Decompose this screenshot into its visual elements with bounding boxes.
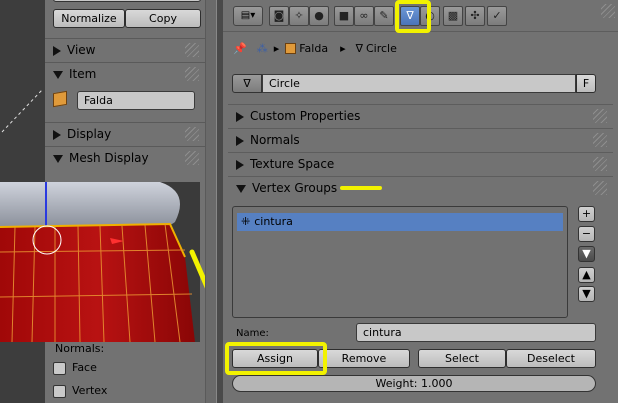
weight-slider[interactable]: Weight: 1.000: [232, 375, 596, 392]
texture-icon[interactable]: ▩: [443, 6, 463, 26]
remove-vertex-group-button[interactable]: −: [578, 226, 595, 242]
add-vertex-group-button[interactable]: +: [578, 206, 595, 222]
world-icon[interactable]: ●: [309, 6, 329, 26]
vertex-groups-panel-header[interactable]: Vertex Groups: [228, 176, 613, 199]
normals-panel-header[interactable]: Normals: [228, 128, 613, 151]
viewport-dashed-line: [1, 89, 43, 133]
object-icon: [53, 90, 67, 108]
move-down-button[interactable]: ▼: [578, 286, 595, 302]
custom-properties-panel-header[interactable]: Custom Properties: [228, 104, 613, 127]
vertex-checkbox-row[interactable]: Vertex: [53, 384, 107, 398]
scene-icon: ⁂: [256, 41, 268, 55]
top-field[interactable]: [53, 0, 201, 2]
pin-icon[interactable]: 📌: [233, 42, 247, 55]
drag-grip-icon[interactable]: [601, 4, 615, 18]
custom-properties-label: Custom Properties: [250, 109, 361, 123]
view-panel-header[interactable]: View: [45, 38, 205, 60]
3d-viewport-inset[interactable]: [0, 182, 200, 342]
expand-triangle-icon: [53, 154, 63, 163]
drag-grip-icon[interactable]: [185, 43, 199, 57]
mesh-display-panel-header[interactable]: Mesh Display: [45, 146, 205, 168]
mesh-name-field[interactable]: Circle: [262, 74, 576, 93]
drag-grip-icon[interactable]: [593, 109, 607, 123]
remove-button[interactable]: Remove: [318, 349, 410, 368]
vertex-group-list[interactable]: ⁜ cintura: [232, 206, 568, 318]
chevron-right-icon: ▸: [273, 41, 280, 55]
face-label: Face: [72, 361, 97, 374]
region-divider[interactable]: [205, 0, 217, 403]
expand-triangle-icon: [53, 70, 63, 79]
drag-grip-icon[interactable]: [593, 133, 607, 147]
copy-button[interactable]: Copy: [125, 9, 201, 28]
drag-grip-icon[interactable]: [185, 151, 199, 165]
breadcrumb-object: Falda: [299, 41, 329, 55]
annotation-highlight: [225, 342, 327, 375]
select-button[interactable]: Select: [418, 349, 506, 368]
collapse-triangle-icon: [53, 129, 61, 140]
drag-grip-icon[interactable]: [593, 157, 607, 171]
breadcrumb: 📌 ⁂ ▸ Falda ▸ ∇ Circle: [233, 40, 397, 56]
specials-menu-button[interactable]: ▼: [578, 246, 595, 262]
texture-space-panel-header[interactable]: Texture Space: [228, 152, 613, 175]
mesh-display-label: Mesh Display: [69, 151, 149, 165]
annotation-highlight: [395, 0, 431, 33]
constraints-icon[interactable]: ∞: [354, 6, 374, 26]
item-panel-header[interactable]: Item: [45, 62, 205, 84]
normals-label: Normals:: [55, 342, 105, 355]
vertex-label: Vertex: [72, 384, 108, 397]
normals-panel-label: Normals: [250, 133, 300, 147]
editor-type-menu[interactable]: ▤▾: [233, 6, 263, 26]
collapse-triangle-icon: [236, 111, 244, 122]
name-label: Name:: [236, 328, 269, 339]
annotation-underline: [340, 186, 382, 190]
vertex-group-name-field[interactable]: cintura: [356, 323, 596, 342]
mesh-data-icon: ∇: [355, 41, 363, 55]
object-icon: [285, 42, 297, 54]
display-panel-header[interactable]: Display: [45, 122, 205, 144]
face-checkbox[interactable]: [53, 361, 66, 375]
collapse-triangle-icon: [236, 159, 244, 170]
item-label: Item: [69, 67, 97, 81]
collapse-triangle-icon: [53, 45, 61, 56]
vertex-checkbox[interactable]: [53, 384, 66, 398]
item-name-field[interactable]: Falda: [77, 91, 195, 110]
view-label: View: [67, 43, 96, 57]
physics-icon[interactable]: ✓: [487, 6, 507, 26]
texture-space-label: Texture Space: [250, 157, 335, 171]
fake-user-button[interactable]: F: [576, 74, 596, 93]
list-item[interactable]: ⁜ cintura: [237, 213, 563, 231]
drag-grip-icon[interactable]: [593, 181, 607, 195]
render-icon[interactable]: ◙: [269, 6, 289, 26]
chevron-right-icon: ▸: [340, 41, 346, 55]
vertex-group-name: cintura: [254, 215, 293, 228]
particles-icon[interactable]: ✣: [465, 6, 485, 26]
display-label: Display: [67, 127, 112, 141]
move-up-button[interactable]: ▲: [578, 267, 595, 283]
breadcrumb-mesh: Circle: [365, 41, 397, 55]
vertex-groups-label: Vertex Groups: [252, 181, 338, 195]
deselect-button[interactable]: Deselect: [506, 349, 596, 368]
drag-grip-icon[interactable]: [185, 127, 199, 141]
scene-icon[interactable]: ✧: [289, 6, 309, 26]
mesh-browse-button[interactable]: ∇: [232, 74, 262, 93]
object-icon[interactable]: ■: [334, 6, 354, 26]
normalize-button[interactable]: Normalize: [53, 9, 125, 28]
drag-grip-icon[interactable]: [185, 67, 199, 81]
expand-triangle-icon: [236, 184, 246, 193]
mesh-render: [0, 182, 200, 342]
modifier-icon[interactable]: ✎: [374, 6, 394, 26]
collapse-triangle-icon: [236, 135, 244, 146]
mesh-data-icon: ∇: [243, 77, 251, 90]
face-checkbox-row[interactable]: Face: [53, 361, 97, 375]
vertex-group-icon: ⁜: [241, 215, 251, 228]
